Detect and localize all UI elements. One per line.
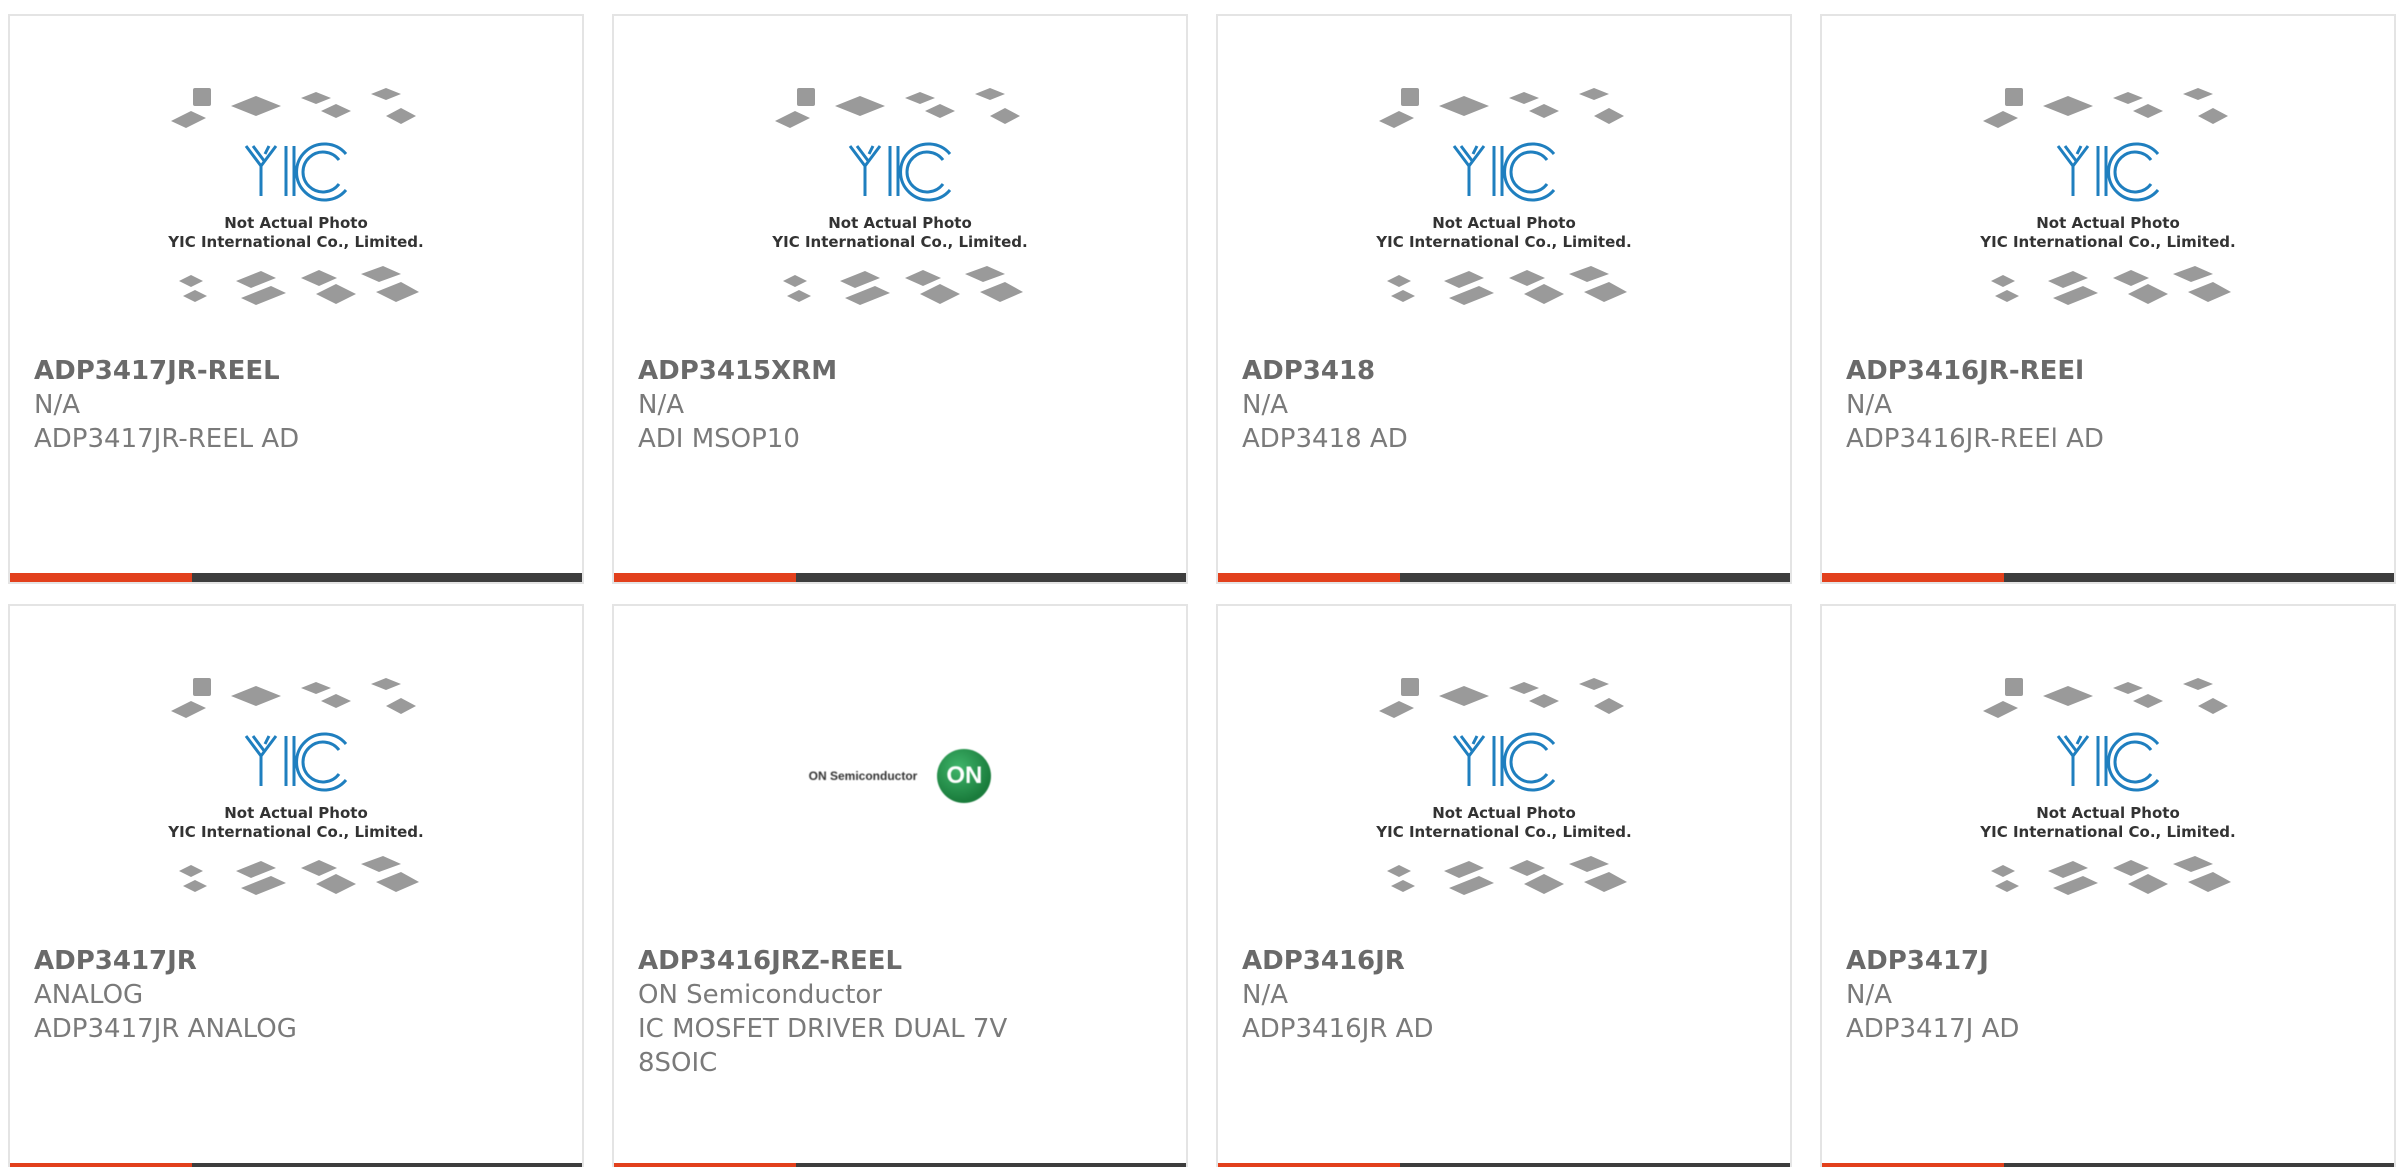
- part-number[interactable]: ADP3416JRZ-REEL: [638, 944, 1162, 978]
- manufacturer: ON Semiconductor: [638, 980, 882, 1010]
- placeholder-caption-line1: Not Actual Photo: [224, 214, 368, 232]
- product-card[interactable]: Not Actual Photo YIC International Co., …: [8, 604, 584, 1167]
- description: IC MOSFET DRIVER DUAL 7V 8SOIC: [638, 1014, 1008, 1078]
- description: ADP3417JR ANALOG: [34, 1014, 297, 1044]
- product-image[interactable]: Not Actual Photo YIC International Co., …: [1822, 676, 2394, 936]
- placeholder-caption-line2: YIC International Co., Limited.: [167, 233, 423, 251]
- card-bottom-bar: [614, 573, 1186, 582]
- yic-placeholder-icon: Not Actual Photo YIC International Co., …: [1979, 678, 2236, 895]
- product-card[interactable]: Not Actual Photo YIC International Co., …: [612, 14, 1188, 584]
- placeholder-caption-line2: YIC International Co., Limited.: [771, 233, 1027, 251]
- product-info: ADP3418 N/A ADP3418 AD: [1242, 354, 1766, 456]
- placeholder-caption-line1: Not Actual Photo: [2036, 804, 2180, 822]
- part-number[interactable]: ADP3416JR: [1242, 944, 1766, 978]
- manufacturer: N/A: [1242, 980, 1288, 1010]
- product-info: ADP3416JRZ-REEL ON Semiconductor IC MOSF…: [638, 944, 1162, 1080]
- product-card[interactable]: Not Actual Photo YIC International Co., …: [1216, 14, 1792, 584]
- placeholder-caption-line2: YIC International Co., Limited.: [1979, 823, 2235, 841]
- card-accent-bar: [614, 1163, 796, 1167]
- card-accent-bar: [1218, 1163, 1400, 1167]
- card-accent-bar: [10, 1163, 192, 1167]
- placeholder-caption-line1: Not Actual Photo: [1432, 804, 1576, 822]
- placeholder-caption-line1: Not Actual Photo: [2036, 214, 2180, 232]
- yic-placeholder-icon: Not Actual Photo YIC International Co., …: [167, 678, 424, 895]
- part-number[interactable]: ADP3415XRM: [638, 354, 1162, 388]
- card-accent-bar: [1822, 1163, 2004, 1167]
- card-bottom-bar: [1218, 573, 1790, 582]
- yic-placeholder-icon: Not Actual Photo YIC International Co., …: [167, 88, 424, 305]
- product-card[interactable]: ON Semiconductor ON ADP3416JRZ-REEL ON S…: [612, 604, 1188, 1167]
- manufacturer: N/A: [1846, 980, 1892, 1010]
- product-info: ADP3417J N/A ADP3417J AD: [1846, 944, 2370, 1046]
- placeholder-caption-line1: Not Actual Photo: [224, 804, 368, 822]
- product-card[interactable]: Not Actual Photo YIC International Co., …: [8, 14, 584, 584]
- part-number[interactable]: ADP3417JR-REEL: [34, 354, 558, 388]
- manufacturer: ANALOG: [34, 980, 144, 1010]
- placeholder-caption-line2: YIC International Co., Limited.: [1375, 233, 1631, 251]
- card-accent-bar: [10, 573, 192, 582]
- product-info: ADP3416JR-REEl N/A ADP3416JR-REEl AD: [1846, 354, 2370, 456]
- manufacturer: N/A: [638, 390, 684, 420]
- part-number[interactable]: ADP3416JR-REEl: [1846, 354, 2370, 388]
- placeholder-caption-line2: YIC International Co., Limited.: [1375, 823, 1631, 841]
- card-accent-bar: [1218, 573, 1400, 582]
- card-accent-bar: [614, 573, 796, 582]
- product-info: ADP3416JR N/A ADP3416JR AD: [1242, 944, 1766, 1046]
- yic-placeholder-icon: Not Actual Photo YIC International Co., …: [1979, 88, 2236, 305]
- placeholder-caption-line2: YIC International Co., Limited.: [167, 823, 423, 841]
- description: ADI MSOP10: [638, 424, 800, 454]
- yic-placeholder-icon: Not Actual Photo YIC International Co., …: [1375, 88, 1632, 305]
- card-bottom-bar: [10, 573, 582, 582]
- description: ADP3417J AD: [1846, 1014, 2020, 1044]
- description: ADP3416JR-REEl AD: [1846, 424, 2104, 454]
- product-image[interactable]: Not Actual Photo YIC International Co., …: [614, 86, 1186, 346]
- product-image[interactable]: Not Actual Photo YIC International Co., …: [1218, 86, 1790, 346]
- on-semi-wordmark: ON Semiconductor: [808, 769, 918, 783]
- description: ADP3417JR-REEL AD: [34, 424, 300, 454]
- product-info: ADP3417JR-REEL N/A ADP3417JR-REEL AD: [34, 354, 558, 456]
- description: ADP3418 AD: [1242, 424, 1408, 454]
- manufacturer: N/A: [1846, 390, 1892, 420]
- card-bottom-bar: [1822, 573, 2394, 582]
- part-number[interactable]: ADP3418: [1242, 354, 1766, 388]
- card-bottom-bar: [614, 1163, 1186, 1167]
- manufacturer: N/A: [34, 390, 80, 420]
- description: ADP3416JR AD: [1242, 1014, 1434, 1044]
- yic-placeholder-icon: Not Actual Photo YIC International Co., …: [771, 88, 1028, 305]
- card-bottom-bar: [1822, 1163, 2394, 1167]
- product-info: ADP3417JR ANALOG ADP3417JR ANALOG: [34, 944, 558, 1046]
- part-number[interactable]: ADP3417J: [1846, 944, 2370, 978]
- placeholder-caption-line2: YIC International Co., Limited.: [1979, 233, 2235, 251]
- part-number[interactable]: ADP3417JR: [34, 944, 558, 978]
- placeholder-caption-line1: Not Actual Photo: [828, 214, 972, 232]
- product-image[interactable]: Not Actual Photo YIC International Co., …: [10, 86, 582, 346]
- placeholder-caption-line1: Not Actual Photo: [1432, 214, 1576, 232]
- product-image[interactable]: ON Semiconductor ON: [614, 676, 1186, 936]
- product-card[interactable]: Not Actual Photo YIC International Co., …: [1216, 604, 1792, 1167]
- product-info: ADP3415XRM N/A ADI MSOP10: [638, 354, 1162, 456]
- on-badge-icon: ON: [937, 749, 992, 803]
- card-bottom-bar: [1218, 1163, 1790, 1167]
- product-image[interactable]: Not Actual Photo YIC International Co., …: [10, 676, 582, 936]
- product-image[interactable]: Not Actual Photo YIC International Co., …: [1218, 676, 1790, 936]
- on-semi-logo: ON Semiconductor ON: [809, 746, 992, 806]
- manufacturer: N/A: [1242, 390, 1288, 420]
- yic-placeholder-icon: Not Actual Photo YIC International Co., …: [1375, 678, 1632, 895]
- card-accent-bar: [1822, 573, 2004, 582]
- product-card[interactable]: Not Actual Photo YIC International Co., …: [1820, 604, 2396, 1167]
- product-image[interactable]: Not Actual Photo YIC International Co., …: [1822, 86, 2394, 346]
- card-bottom-bar: [10, 1163, 582, 1167]
- product-grid: Not Actual Photo YIC International Co., …: [0, 0, 2400, 1167]
- product-card[interactable]: Not Actual Photo YIC International Co., …: [1820, 14, 2396, 584]
